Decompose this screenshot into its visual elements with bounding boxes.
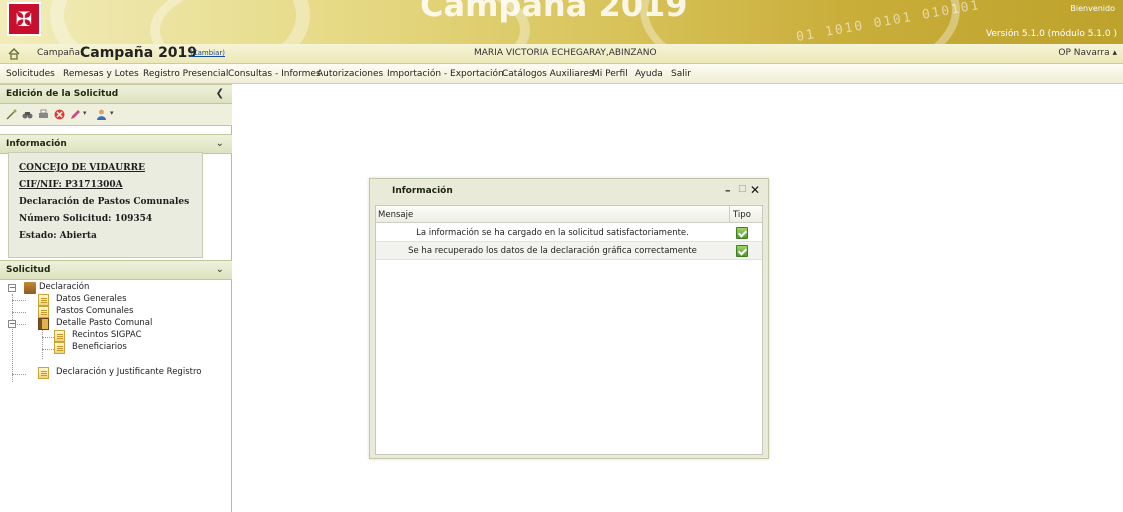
declaration-type: Declaración de Pastos Comunales: [19, 197, 190, 207]
close-icon[interactable]: ✕: [750, 183, 760, 197]
app-banner: ✠ Campaña 2019 01 1010 0101 010101 Bienv…: [0, 0, 1123, 44]
menu-registro-presencial[interactable]: Registro Presencial: [143, 69, 228, 79]
chevron-down-icon[interactable]: ⌄: [216, 138, 224, 149]
home-icon[interactable]: [8, 48, 20, 60]
request-status: Estado: Abierta: [19, 231, 97, 241]
menu-solicitudes[interactable]: Solicitudes: [6, 69, 55, 79]
menu-mi-perfil[interactable]: Mi Perfil: [592, 69, 628, 79]
table-row[interactable]: La información se ha cargado en la solic…: [376, 224, 762, 242]
grid-header: Mensaje Tipo: [376, 206, 762, 223]
navarra-logo: ✠: [7, 2, 41, 36]
tree-label: Declaración: [39, 282, 90, 292]
edit-panel-title: Edición de la Solicitud: [6, 89, 119, 99]
collapse-icon[interactable]: −: [8, 320, 16, 328]
tree-label: Beneficiarios: [72, 342, 127, 352]
user-name: MARIA VICTORIA ECHEGARAY,ABINZANO: [474, 48, 657, 58]
request-panel-header[interactable]: Solicitud ⌄: [0, 260, 232, 280]
document-icon: [54, 342, 65, 354]
info-panel-header[interactable]: Información ⌄: [0, 134, 232, 154]
info-panel-title: Información: [6, 139, 67, 149]
organization-menu[interactable]: OP Navarra ▴: [1058, 48, 1117, 58]
campaign-value: Campaña 2019: [80, 45, 198, 61]
menu-catalogos-auxiliares[interactable]: Catálogos Auxiliares: [502, 69, 594, 79]
banner-title: Campaña 2019: [420, 0, 688, 24]
tree-label: Declaración y Justificante Registro: [56, 367, 202, 377]
welcome-text: Bienvenido: [1070, 4, 1115, 13]
collapse-icon[interactable]: −: [8, 284, 16, 292]
minimize-icon[interactable]: –: [725, 184, 731, 197]
tree-connector: [42, 337, 54, 338]
edit-panel-header[interactable]: Edición de la Solicitud ❮: [0, 84, 232, 104]
menu-remesas-lotes[interactable]: Remesas y Lotes: [63, 69, 139, 79]
sidebar: Edición de la Solicitud ❮ ▾ ▾ Informació…: [0, 84, 232, 512]
request-panel-title: Solicitud: [6, 265, 51, 275]
tree-label: Recintos SIGPAC: [72, 330, 142, 340]
print-icon[interactable]: [38, 109, 49, 120]
entity-name[interactable]: CONCEJO DE VIDAURRE: [19, 163, 145, 173]
tree-label: Detalle Pasto Comunal: [56, 318, 153, 328]
messages-grid: Mensaje Tipo La información se ha cargad…: [375, 205, 763, 455]
success-check-icon: [736, 245, 748, 257]
menu-importacion-exportacion[interactable]: Importación - Exportación: [387, 69, 504, 79]
version-text: Versión 5.1.0 (módulo 5.1.0 ): [985, 29, 1117, 39]
tree-connector: [42, 349, 54, 350]
column-header-mensaje[interactable]: Mensaje: [378, 210, 413, 220]
table-row[interactable]: Se ha recuperado los datos de la declara…: [376, 242, 762, 260]
tree-connector: [12, 374, 26, 375]
tree-label: Pastos Comunales: [56, 306, 134, 316]
menu-autorizaciones[interactable]: Autorizaciones: [317, 69, 383, 79]
change-campaign-link[interactable]: (Cambiar): [190, 49, 225, 57]
dialog-title: Información: [392, 186, 453, 196]
campaign-label: Campaña:: [37, 48, 84, 58]
information-dialog: Información – □ ✕ Mensaje Tipo La inform…: [369, 178, 769, 459]
message-text: Se ha recuperado los datos de la declara…: [408, 246, 697, 256]
chevron-down-icon[interactable]: ▾: [83, 109, 87, 117]
chevron-down-icon[interactable]: ▾: [110, 109, 114, 117]
dialog-header[interactable]: Información – □ ✕: [370, 179, 768, 203]
request-info-box: CONCEJO DE VIDAURRE CIF/NIF: P3171300A D…: [8, 152, 203, 258]
document-icon: [38, 306, 49, 318]
column-header-tipo[interactable]: Tipo: [733, 210, 751, 220]
collapse-left-icon[interactable]: ❮: [216, 88, 224, 99]
tree-connector: [12, 312, 26, 313]
tree-label: Datos Generales: [56, 294, 127, 304]
menu-ayuda[interactable]: Ayuda: [635, 69, 663, 79]
document-icon: [38, 294, 49, 306]
binoculars-icon[interactable]: [22, 109, 33, 120]
success-check-icon: [736, 227, 748, 239]
message-text: La información se ha cargado en la solic…: [416, 228, 689, 238]
book-icon: [38, 318, 49, 330]
edit-toolbar: ▾ ▾: [0, 104, 232, 126]
folder-icon: [24, 282, 36, 294]
tree-connector: [42, 329, 43, 359]
campaign-bar: Campaña: Campaña 2019 (Cambiar) MARIA VI…: [0, 44, 1123, 64]
cif-value[interactable]: CIF/NIF: P3171300A: [19, 180, 123, 190]
column-separator: [729, 206, 730, 223]
tree-connector: [12, 300, 26, 301]
tree-connector: [12, 294, 13, 382]
user-icon[interactable]: [96, 109, 107, 120]
main-menu: Solicitudes Remesas y Lotes Registro Pre…: [0, 64, 1123, 84]
chevron-down-icon[interactable]: ⌄: [216, 264, 224, 275]
document-icon: [38, 367, 49, 379]
menu-salir[interactable]: Salir: [671, 69, 691, 79]
cancel-icon[interactable]: [54, 109, 65, 120]
maximize-icon[interactable]: □: [738, 184, 747, 194]
edit-pencil-icon[interactable]: [70, 109, 81, 120]
request-number: Número Solicitud: 109354: [19, 214, 153, 224]
document-icon: [54, 330, 65, 342]
menu-consultas-informes[interactable]: Consultas - Informes: [228, 69, 321, 79]
wizard-icon[interactable]: [6, 109, 17, 120]
